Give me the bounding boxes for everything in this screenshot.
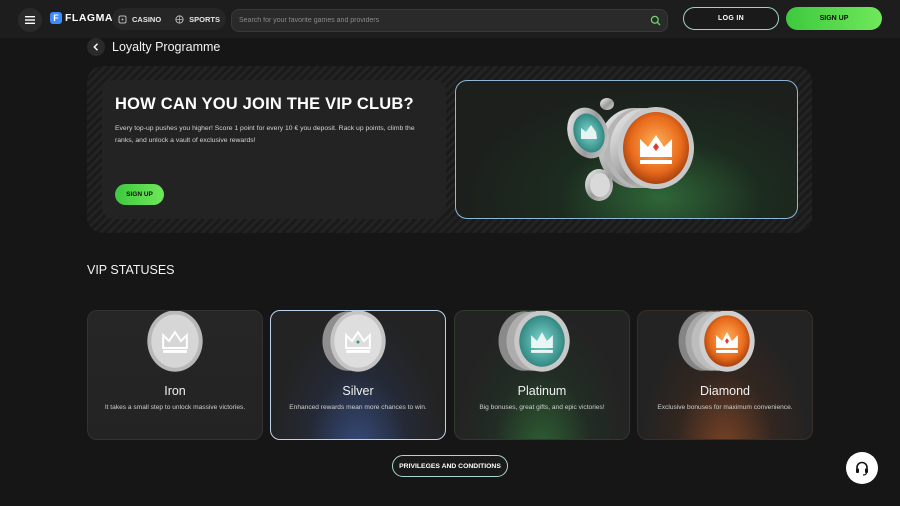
hero-signup-button[interactable]: SIGN UP <box>115 184 164 205</box>
silver-coin-icon <box>322 311 386 372</box>
diamond-coin-icon <box>678 311 755 372</box>
main-nav: CASINO SPORTS <box>112 8 227 30</box>
platinum-coin-icon <box>498 311 570 372</box>
search-bar <box>231 9 668 32</box>
logo-mark: F <box>50 12 62 24</box>
vip-name-platinum: Platinum <box>517 384 567 398</box>
casino-icon <box>118 15 127 23</box>
brand-logo[interactable]: F FLAGMAN <box>50 12 121 24</box>
hamburger-icon <box>25 16 35 24</box>
vip-desc-silver: Enhanced rewards mean more chances to wi… <box>289 404 427 411</box>
vip-name-iron: Iron <box>164 384 186 398</box>
search-icon[interactable] <box>650 15 661 26</box>
sports-ball-icon <box>175 14 184 24</box>
chevron-left-icon <box>93 43 98 51</box>
hero-description: Every top-up pushes you higher! Score 1 … <box>115 125 415 144</box>
vip-desc-diamond: Exclusive bonuses for maximum convenienc… <box>657 404 793 411</box>
vip-desc-iron: It takes a small step to unlock massive … <box>104 404 246 411</box>
vip-name-diamond: Diamond <box>699 384 751 398</box>
signup-button-header[interactable]: SIGN UP <box>786 7 882 30</box>
nav-casino-label: CASINO <box>132 14 162 24</box>
vip-card-iron[interactable]: Iron It takes a small step to unlock mas… <box>87 310 263 440</box>
vip-statuses-title: VIP STATUSES <box>87 263 175 277</box>
page-title: Loyalty Programme <box>112 40 221 54</box>
search-input[interactable] <box>239 13 639 28</box>
privileges-button[interactable]: PRIVILEGES AND CONDITIONS <box>392 455 508 477</box>
login-button[interactable]: LOG IN <box>683 7 779 30</box>
vip-card-silver[interactable]: Silver Enhanced rewards mean more chance… <box>270 310 446 440</box>
vip-name-silver: Silver <box>342 384 374 398</box>
headset-icon <box>856 461 868 476</box>
vip-desc-platinum: Big bonuses, great gifts, and epic victo… <box>479 404 605 411</box>
nav-sports[interactable]: SPORTS <box>175 15 220 24</box>
hero-coins-image <box>455 80 798 219</box>
hero-heading: HOW CAN YOU JOIN THE VIP CLUB? <box>115 95 414 113</box>
nav-sports-label: SPORTS <box>189 14 221 24</box>
top-header: F FLAGMAN CASINO SPORTS LOG IN SIGN UP <box>0 0 900 38</box>
back-button[interactable] <box>87 38 105 56</box>
vip-coins-illustration <box>567 98 694 201</box>
support-chat-button[interactable] <box>846 452 878 484</box>
vip-card-diamond[interactable]: Diamond Exclusive bonuses for maximum co… <box>637 310 813 440</box>
vip-card-platinum[interactable]: Platinum Big bonuses, great gifts, and e… <box>454 310 630 440</box>
iron-coin-icon <box>147 311 203 372</box>
nav-casino[interactable]: CASINO <box>118 15 161 24</box>
menu-button[interactable] <box>18 8 42 32</box>
